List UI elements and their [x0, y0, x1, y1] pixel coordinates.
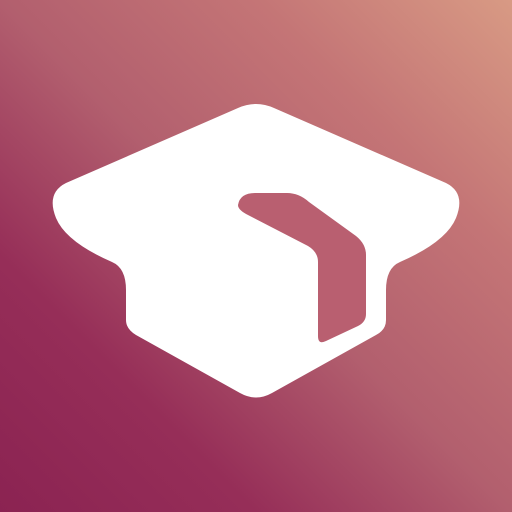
graduation-cap-icon — [52, 104, 460, 398]
mortarboard-shape — [52, 104, 460, 398]
app-icon — [0, 0, 512, 512]
